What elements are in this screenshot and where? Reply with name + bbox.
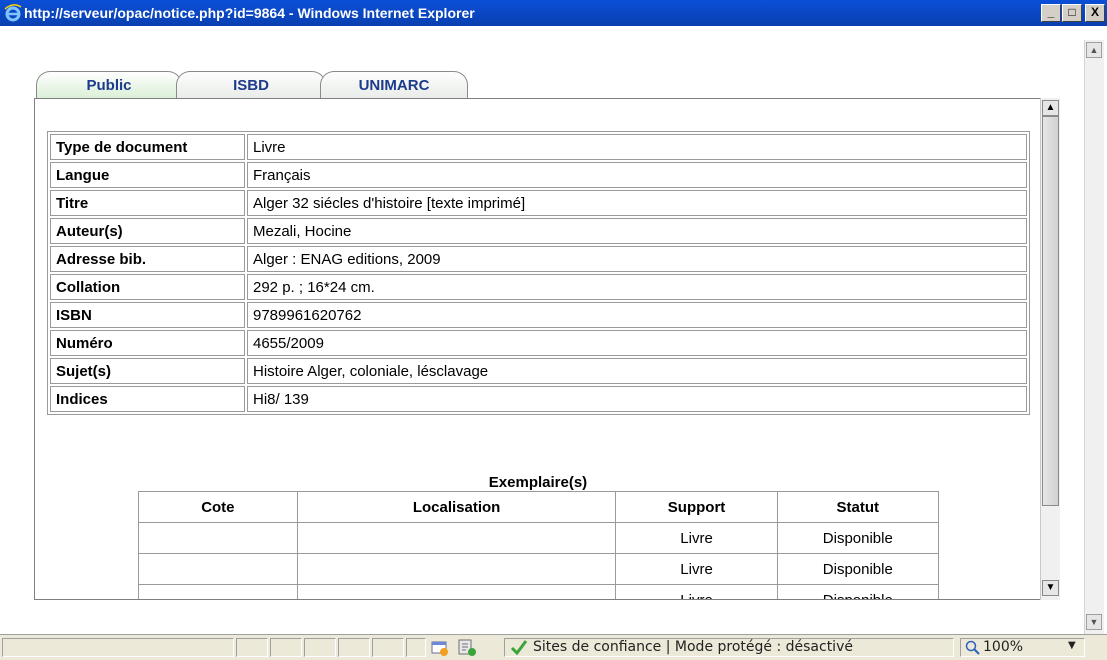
table-row: Numéro 4655/2009	[50, 330, 1027, 356]
scroll-down-arrow-icon[interactable]: ▼	[1086, 614, 1102, 630]
scroll-up-arrow-icon[interactable]: ▲	[1086, 42, 1102, 58]
table-row: Auteur(s) Mezali, Hocine	[50, 218, 1027, 244]
notice-frame: Type de document Livre Langue Français Tit…	[34, 98, 1042, 600]
field-label: Type de document	[50, 134, 245, 160]
statut-cell: Disponible	[776, 522, 940, 554]
field-label: Collation	[50, 274, 245, 300]
statut-cell: Disponible	[776, 584, 940, 599]
field-label: Numéro	[50, 330, 245, 356]
field-value: Livre	[247, 134, 1027, 160]
field-value: Français	[247, 162, 1027, 188]
localisation-cell	[296, 584, 617, 599]
tab-public[interactable]: Public	[36, 71, 182, 99]
field-value: 292 p. ; 16*24 cm.	[247, 274, 1027, 300]
field-label: ISBN	[50, 302, 245, 328]
field-value: 9789961620762	[247, 302, 1027, 328]
scroll-down-arrow-icon[interactable]: ▼	[1042, 580, 1059, 596]
column-header-support: Support	[615, 491, 778, 523]
tab-isbd[interactable]: ISBD	[176, 71, 326, 99]
column-header-statut: Statut	[776, 491, 940, 523]
localisation-cell	[296, 522, 617, 554]
notice-table: Type de document Livre Langue Français Tit…	[47, 131, 1030, 415]
exemplaires-title: Exemplaire(s)	[488, 474, 588, 491]
table-row: Type de document Livre	[50, 134, 1027, 160]
field-label: Titre	[50, 190, 245, 216]
trusted-checkmark-icon	[510, 640, 528, 655]
tab-unimarc[interactable]: UNIMARC	[320, 71, 468, 99]
status-cell	[406, 638, 426, 657]
cote-cell	[138, 553, 298, 585]
zoom-level: 100%	[983, 639, 1024, 655]
scrollbar-thumb[interactable]	[1042, 116, 1059, 506]
table-row: Titre Alger 32 siécles d'histoire [texte …	[50, 190, 1027, 216]
table-row: Indices Hi8/ 139	[50, 386, 1027, 412]
window-title: http://serveur/opac/notice.php?id=9864 -…	[24, 5, 475, 21]
status-cell	[338, 638, 370, 657]
status-cell	[304, 638, 336, 657]
scroll-up-arrow-icon[interactable]: ▲	[1042, 100, 1059, 116]
table-row: Adresse bib. Alger : ENAG editions, 2009	[50, 246, 1027, 272]
field-value: Alger : ENAG editions, 2009	[247, 246, 1027, 272]
field-label: Sujet(s)	[50, 358, 245, 384]
window-title-bar[interactable]: http://serveur/opac/notice.php?id=9864 -…	[0, 0, 1107, 26]
zoom-dropdown-icon[interactable]: ▼	[1068, 640, 1076, 651]
status-text-cell	[2, 638, 234, 657]
field-label: Langue	[50, 162, 245, 188]
field-value: Alger 32 siécles d'histoire [texte impri…	[247, 190, 1027, 216]
table-row: Langue Français	[50, 162, 1027, 188]
maximize-button[interactable]: □	[1062, 4, 1082, 22]
popup-blocker-icon[interactable]	[430, 639, 450, 657]
close-button[interactable]: X	[1085, 4, 1105, 22]
status-bar: Sites de confiance | Mode protégé : désa…	[0, 634, 1107, 660]
table-row: Livre Disponible	[138, 522, 940, 554]
table-row: ISBN 9789961620762	[50, 302, 1027, 328]
table-row: Collation 292 p. ; 16*24 cm.	[50, 274, 1027, 300]
field-value: Mezali, Hocine	[247, 218, 1027, 244]
column-header-cote: Cote	[138, 491, 298, 523]
security-zone-text: Sites de confiance | Mode protégé : désa…	[533, 639, 853, 655]
table-header-row: Cote Localisation Support Statut	[138, 491, 940, 523]
status-cell	[372, 638, 404, 657]
cote-cell	[138, 522, 298, 554]
security-settings-icon[interactable]	[456, 638, 478, 658]
field-label: Adresse bib.	[50, 246, 245, 272]
cote-cell	[138, 584, 298, 599]
exemplaires-table: Cote Localisation Support Statut Livre D…	[138, 491, 940, 599]
support-cell: Livre	[615, 522, 778, 554]
table-row: Sujet(s) Histoire Alger, coloniale, léscl…	[50, 358, 1027, 384]
field-label: Auteur(s)	[50, 218, 245, 244]
field-value: Histoire Alger, coloniale, lésclavage	[247, 358, 1027, 384]
internet-explorer-icon	[4, 4, 22, 22]
field-value: 4655/2009	[247, 330, 1027, 356]
status-cell	[236, 638, 268, 657]
frame-scrollbar[interactable]: ▲ ▼	[1040, 98, 1060, 600]
table-row: Livre Disponible	[138, 584, 940, 599]
support-cell: Livre	[615, 584, 778, 599]
window-scrollbar[interactable]: ▲ ▼	[1084, 40, 1104, 634]
table-row: Livre Disponible	[138, 553, 940, 585]
support-cell: Livre	[615, 553, 778, 585]
column-header-localisation: Localisation	[296, 491, 617, 523]
localisation-cell	[296, 553, 617, 585]
status-cell	[270, 638, 302, 657]
zoom-icon	[965, 640, 980, 655]
field-label: Indices	[50, 386, 245, 412]
statut-cell: Disponible	[776, 553, 940, 585]
minimize-button[interactable]: _	[1041, 4, 1061, 22]
field-value: Hi8/ 139	[247, 386, 1027, 412]
